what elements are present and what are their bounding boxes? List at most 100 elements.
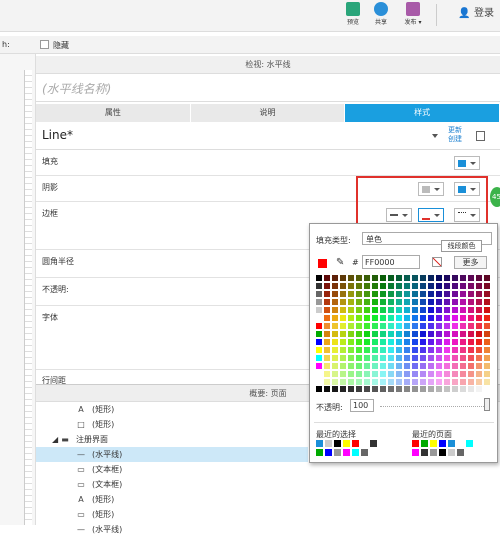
palette-swatch[interactable] bbox=[452, 291, 458, 297]
update-style-link[interactable]: 更新 bbox=[448, 126, 462, 134]
gray-swatch[interactable] bbox=[428, 386, 434, 392]
palette-swatch[interactable] bbox=[372, 371, 378, 377]
recent-color-swatch[interactable] bbox=[316, 440, 323, 447]
palette-swatch[interactable] bbox=[316, 379, 322, 385]
palette-swatch[interactable] bbox=[420, 347, 426, 353]
palette-swatch[interactable] bbox=[444, 291, 450, 297]
recent-color-swatch[interactable] bbox=[466, 449, 473, 456]
gray-swatch[interactable] bbox=[380, 386, 386, 392]
palette-swatch[interactable] bbox=[444, 331, 450, 337]
palette-swatch[interactable] bbox=[404, 323, 410, 329]
palette-swatch[interactable] bbox=[372, 307, 378, 313]
palette-swatch[interactable] bbox=[356, 299, 362, 305]
palette-swatch[interactable] bbox=[476, 339, 482, 345]
recent-color-swatch[interactable] bbox=[421, 440, 428, 447]
palette-swatch[interactable] bbox=[324, 363, 330, 369]
palette-swatch[interactable] bbox=[348, 331, 354, 337]
palette-swatch[interactable] bbox=[396, 283, 402, 289]
palette-swatch[interactable] bbox=[396, 299, 402, 305]
palette-swatch[interactable] bbox=[428, 307, 434, 313]
palette-swatch[interactable] bbox=[452, 315, 458, 321]
palette-swatch[interactable] bbox=[428, 291, 434, 297]
palette-swatch[interactable] bbox=[468, 379, 474, 385]
palette-swatch[interactable] bbox=[340, 339, 346, 345]
palette-swatch[interactable] bbox=[372, 299, 378, 305]
palette-swatch[interactable] bbox=[396, 275, 402, 281]
palette-swatch[interactable] bbox=[428, 283, 434, 289]
palette-swatch[interactable] bbox=[324, 347, 330, 353]
palette-swatch[interactable] bbox=[332, 371, 338, 377]
palette-swatch[interactable] bbox=[484, 283, 490, 289]
popup-opacity-input[interactable]: 100 bbox=[350, 399, 374, 412]
palette-swatch[interactable] bbox=[436, 355, 442, 361]
palette-swatch[interactable] bbox=[324, 299, 330, 305]
palette-swatch[interactable] bbox=[316, 331, 322, 337]
palette-swatch[interactable] bbox=[484, 363, 490, 369]
palette-swatch[interactable] bbox=[348, 355, 354, 361]
palette-swatch[interactable] bbox=[452, 299, 458, 305]
palette-swatch[interactable] bbox=[316, 323, 322, 329]
palette-swatch[interactable] bbox=[452, 331, 458, 337]
palette-swatch[interactable] bbox=[436, 379, 442, 385]
palette-swatch[interactable] bbox=[436, 275, 442, 281]
palette-swatch[interactable] bbox=[388, 331, 394, 337]
palette-swatch[interactable] bbox=[420, 283, 426, 289]
palette-swatch[interactable] bbox=[476, 307, 482, 313]
gray-swatch[interactable] bbox=[452, 386, 458, 392]
palette-swatch[interactable] bbox=[316, 339, 322, 345]
palette-swatch[interactable] bbox=[396, 307, 402, 313]
palette-swatch[interactable] bbox=[476, 379, 482, 385]
recent-color-swatch[interactable] bbox=[343, 449, 350, 456]
palette-swatch[interactable] bbox=[468, 307, 474, 313]
palette-swatch[interactable] bbox=[436, 315, 442, 321]
palette-swatch[interactable] bbox=[476, 283, 482, 289]
palette-swatch[interactable] bbox=[324, 275, 330, 281]
palette-swatch[interactable] bbox=[468, 347, 474, 353]
palette-swatch[interactable] bbox=[444, 379, 450, 385]
palette-swatch[interactable] bbox=[404, 299, 410, 305]
palette-swatch[interactable] bbox=[428, 371, 434, 377]
hex-input[interactable]: FF0000 bbox=[362, 255, 420, 269]
palette-swatch[interactable] bbox=[316, 363, 322, 369]
palette-swatch[interactable] bbox=[348, 347, 354, 353]
palette-swatch[interactable] bbox=[316, 291, 322, 297]
palette-swatch[interactable] bbox=[332, 291, 338, 297]
palette-swatch[interactable] bbox=[356, 291, 362, 297]
palette-swatch[interactable] bbox=[460, 379, 466, 385]
palette-swatch[interactable] bbox=[476, 347, 482, 353]
no-color-icon[interactable] bbox=[432, 257, 442, 267]
outline-item[interactable]: A (矩形) bbox=[36, 492, 308, 507]
palette-swatch[interactable] bbox=[404, 379, 410, 385]
palette-swatch[interactable] bbox=[428, 339, 434, 345]
palette-swatch[interactable] bbox=[484, 355, 490, 361]
palette-swatch[interactable] bbox=[396, 331, 402, 337]
recent-color-swatch[interactable] bbox=[343, 440, 350, 447]
palette-swatch[interactable] bbox=[412, 379, 418, 385]
palette-swatch[interactable] bbox=[388, 347, 394, 353]
palette-swatch[interactable] bbox=[436, 347, 442, 353]
palette-swatch[interactable] bbox=[476, 371, 482, 377]
palette-swatch[interactable] bbox=[332, 347, 338, 353]
palette-swatch[interactable] bbox=[340, 307, 346, 313]
palette-swatch[interactable] bbox=[388, 355, 394, 361]
palette-swatch[interactable] bbox=[412, 275, 418, 281]
palette-swatch[interactable] bbox=[388, 371, 394, 377]
palette-swatch[interactable] bbox=[468, 323, 474, 329]
palette-swatch[interactable] bbox=[348, 283, 354, 289]
gray-swatch[interactable] bbox=[356, 386, 362, 392]
palette-swatch[interactable] bbox=[436, 323, 442, 329]
palette-swatch[interactable] bbox=[380, 355, 386, 361]
palette-swatch[interactable] bbox=[444, 299, 450, 305]
recent-color-swatch[interactable] bbox=[334, 440, 341, 447]
palette-swatch[interactable] bbox=[468, 291, 474, 297]
edit-style-icon[interactable] bbox=[476, 131, 485, 141]
palette-swatch[interactable] bbox=[428, 331, 434, 337]
palette-swatch[interactable] bbox=[404, 339, 410, 345]
palette-swatch[interactable] bbox=[324, 315, 330, 321]
palette-swatch[interactable] bbox=[444, 347, 450, 353]
tab-properties[interactable]: 属性 bbox=[36, 104, 191, 122]
widget-name-field[interactable]: (水平线名称) bbox=[36, 74, 500, 102]
palette-swatch[interactable] bbox=[364, 363, 370, 369]
palette-swatch[interactable] bbox=[428, 363, 434, 369]
palette-swatch[interactable] bbox=[332, 339, 338, 345]
